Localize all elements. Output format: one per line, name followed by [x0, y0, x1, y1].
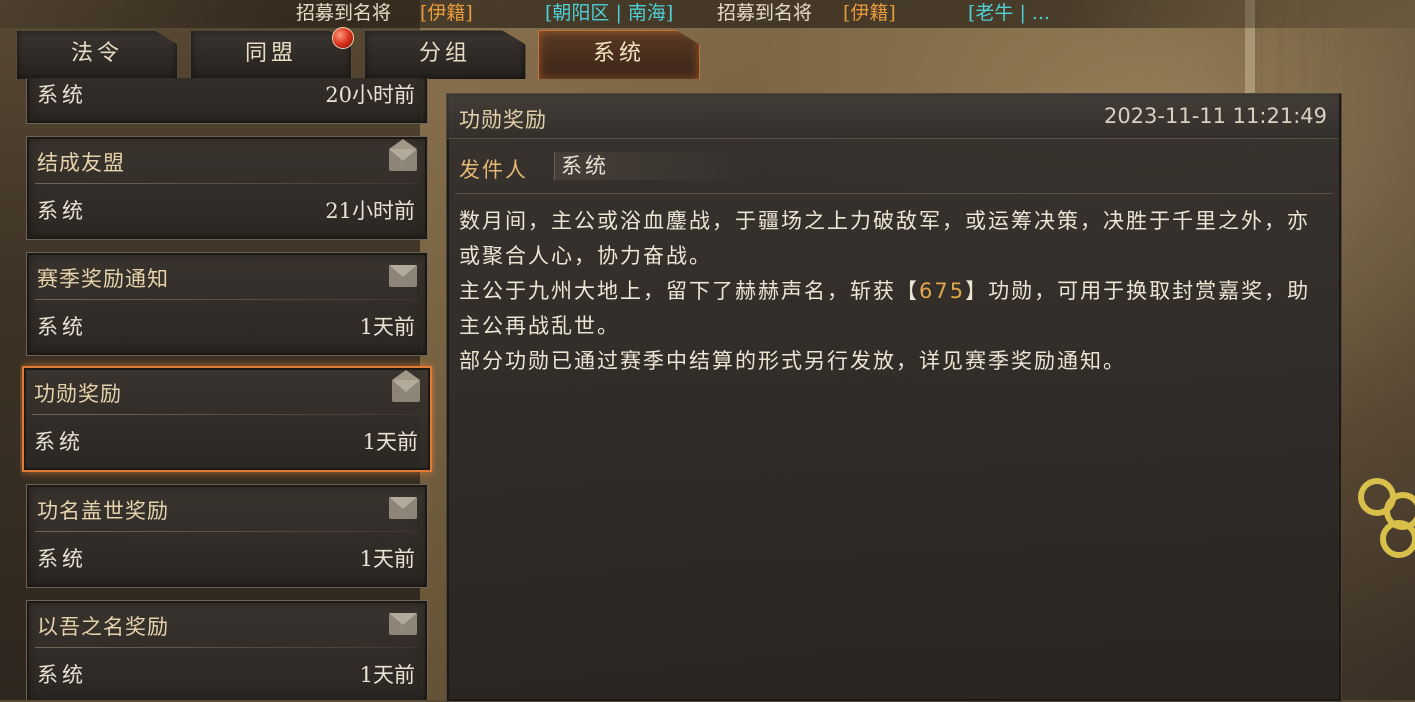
mail-item[interactable]: 功名盖世奖励 系统 1天前 — [26, 484, 428, 588]
mail-detail-panel: 功勋奖励 2023-11-11 11:21:49 发件人 系统 数月间，主公或浴… — [446, 93, 1342, 702]
envelope-open-icon — [392, 370, 420, 402]
mail-detail-title: 功勋奖励 — [459, 108, 547, 132]
ticker-location-2: [朝阳区 | 南海] — [545, 2, 674, 24]
mail-title: 功名盖世奖励 — [37, 499, 169, 523]
ticker-tag-1: [伊籍] — [420, 2, 473, 24]
mail-list[interactable]: 系统 20小时前 结成友盟 系统 21小时前 赛季奖励通知 系统 1天前 功勋奖… — [20, 78, 435, 700]
envelope-icon — [389, 497, 417, 519]
envelope-icon — [389, 265, 417, 287]
mail-time: 21小时前 — [325, 199, 415, 223]
mail-item[interactable]: 结成友盟 系统 21小时前 — [26, 136, 428, 240]
mail-title: 赛季奖励通知 — [37, 267, 169, 291]
mail-sender: 系统 — [37, 83, 87, 107]
sender-row: 发件人 系统 — [459, 150, 1189, 186]
mail-time: 20小时前 — [325, 83, 415, 107]
mail-sender: 系统 — [37, 663, 87, 687]
mail-paragraph-2: 主公于九州大地上，留下了赫赫声名，斩获【675】功勋，可用于换取封赏嘉奖，助主公… — [459, 274, 1329, 344]
divider — [455, 193, 1333, 194]
mail-detail-date: 2023-11-11 11:21:49 — [1103, 104, 1327, 128]
mail-item[interactable]: 系统 20小时前 — [26, 78, 428, 124]
sender-value: 系统 — [554, 152, 751, 180]
mail-sender: 系统 — [37, 547, 87, 571]
envelope-icon — [389, 613, 417, 635]
notification-badge — [332, 27, 354, 49]
tab-alliance[interactable]: 同盟 — [190, 30, 352, 79]
mail-title: 功勋奖励 — [34, 382, 122, 406]
mail-sender: 系统 — [37, 315, 87, 339]
tab-system[interactable]: 系统 — [538, 30, 700, 79]
broadcast-ticker: 招募到名将 [伊籍] [朝阳区 | 南海] 招募到名将 [伊籍] [老牛 | .… — [0, 0, 1415, 28]
mail-item-selected[interactable]: 功勋奖励 系统 1天前 — [22, 366, 432, 472]
mail-sender: 系统 — [34, 430, 84, 454]
ticker-text-1: 招募到名将 — [296, 2, 392, 24]
merit-value: 675 — [919, 279, 966, 303]
mail-sender: 系统 — [37, 199, 87, 223]
ticker-tag-2: [伊籍] — [843, 2, 896, 24]
mail-item[interactable]: 以吾之名奖励 系统 1天前 — [26, 600, 428, 700]
mail-text: 主公于九州大地上，留下了赫赫声名，斩获【 — [459, 279, 919, 303]
mail-body: 数月间，主公或浴血鏖战，于疆场之上力破敌军，或运筹决策，决胜于千里之外，亦或聚合… — [459, 204, 1329, 379]
mail-item[interactable]: 赛季奖励通知 系统 1天前 — [26, 252, 428, 356]
envelope-open-icon — [389, 139, 417, 171]
ticker-location-3: [老牛 | ... — [968, 2, 1051, 24]
mail-time: 1天前 — [359, 315, 415, 339]
mail-paragraph-3: 部分功勋已通过赛季中结算的形式另行发放，详见赛季奖励通知。 — [459, 349, 1126, 373]
coins-decoration — [1350, 470, 1415, 558]
tab-group[interactable]: 分组 — [364, 30, 526, 79]
ticker-text-2: 招募到名将 — [717, 2, 813, 24]
mail-title: 结成友盟 — [37, 151, 125, 175]
sender-label: 发件人 — [459, 158, 528, 182]
mail-paragraph-1: 数月间，主公或浴血鏖战，于疆场之上力破敌军，或运筹决策，决胜于千里之外，亦或聚合… — [459, 209, 1310, 268]
mail-detail-header: 功勋奖励 2023-11-11 11:21:49 — [447, 94, 1339, 139]
mail-time: 1天前 — [359, 547, 415, 571]
tab-decree[interactable]: 法令 — [16, 30, 178, 79]
mail-title: 以吾之名奖励 — [37, 615, 169, 639]
mail-time: 1天前 — [362, 430, 418, 454]
mail-time: 1天前 — [359, 663, 415, 687]
